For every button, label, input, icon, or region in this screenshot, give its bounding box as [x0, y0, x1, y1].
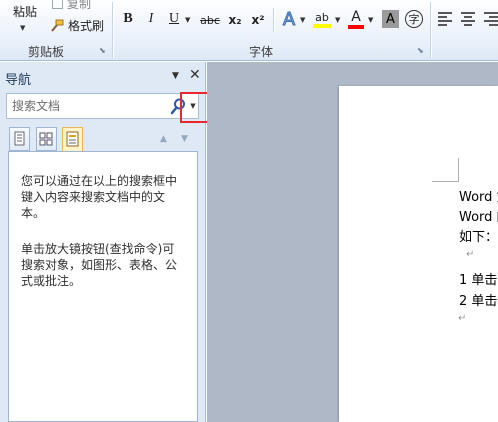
- headings-icon: [14, 131, 25, 146]
- align-left-icon[interactable]: [438, 12, 452, 26]
- navigation-pane: 导航 ▼ ✕ ▼ ▲ ▼ 您可以通过在以上的搜索框中键入内容来搜索文: [0, 62, 206, 422]
- highlight-color-bar: [313, 23, 331, 28]
- font-divider: [273, 8, 274, 32]
- format-painter-button[interactable]: 格式刷: [50, 17, 104, 34]
- copy-label: 复制: [67, 0, 92, 11]
- search-results-icon: [66, 131, 79, 147]
- search-input[interactable]: [7, 94, 167, 118]
- paste-dropdown-icon[interactable]: ▼: [20, 24, 25, 32]
- document-line: 如下：: [459, 230, 498, 245]
- font-color-button[interactable]: A: [347, 8, 365, 30]
- paste-label: 粘贴: [13, 5, 38, 19]
- watermark-url: jingyan.baidu.com: [404, 399, 478, 408]
- previous-result-icon[interactable]: ▲: [160, 134, 167, 144]
- group-divider: [112, 2, 113, 58]
- nav-help-text-search: 您可以通过在以上的搜索框中键入内容来搜索文档中的文本。: [21, 174, 178, 220]
- tab-pages[interactable]: [36, 127, 57, 151]
- strikethrough-button[interactable]: abc: [198, 11, 222, 29]
- clipboard-group-label: 剪贴板: [28, 45, 65, 59]
- text-effects-dropdown-icon[interactable]: ▼: [300, 16, 305, 24]
- ribbon: 粘贴 ▼ 复制 格式刷 剪贴板 ⬊ B I U ▼ abc x₂ x² A ▼ …: [0, 0, 498, 61]
- search-box: ▼: [6, 93, 199, 119]
- highlight-dropdown-icon[interactable]: ▼: [335, 16, 340, 24]
- highlight-button[interactable]: ab: [311, 8, 333, 30]
- character-shading-button[interactable]: A: [382, 10, 399, 28]
- copy-button[interactable]: 复制: [52, 0, 91, 12]
- font-color-label: A: [351, 9, 361, 25]
- document-line: 2 单击: [459, 294, 498, 309]
- nav-pane-menu-icon[interactable]: ▼: [172, 71, 179, 81]
- font-color-dropdown-icon[interactable]: ▼: [368, 16, 373, 24]
- tab-search-results[interactable]: [62, 127, 83, 152]
- nav-help-text-find: 单击放大镜按钮(查找命令)可搜索对象，如图形、表格、公式或批注。: [21, 242, 178, 288]
- document-line: Word 如: [459, 190, 498, 205]
- paragraph-mark-icon: ↵: [466, 249, 475, 260]
- enclose-characters-button[interactable]: 字: [405, 10, 423, 28]
- font-launcher-icon[interactable]: ⬊: [417, 46, 424, 55]
- next-result-icon[interactable]: ▼: [181, 134, 188, 144]
- document-line: Word 的: [459, 210, 498, 225]
- group-divider-2: [430, 2, 431, 58]
- tab-headings[interactable]: [9, 127, 30, 151]
- superscript-button[interactable]: x²: [249, 11, 267, 29]
- highlight-label: ab: [315, 10, 329, 24]
- watermark-logo: Baidu 经验: [388, 378, 455, 392]
- nav-pane-title: 导航: [5, 73, 32, 88]
- margin-marker: [432, 158, 459, 182]
- nav-pane-close-icon[interactable]: ✕: [189, 67, 201, 83]
- italic-button[interactable]: I: [144, 10, 158, 28]
- font-color-bar: [348, 25, 364, 29]
- format-painter-icon: [51, 19, 64, 32]
- align-center-icon[interactable]: [461, 12, 475, 26]
- paragraph-mark-icon: ↵: [458, 313, 467, 324]
- underline-dropdown-icon[interactable]: ▼: [185, 16, 190, 24]
- bold-button[interactable]: B: [121, 10, 135, 28]
- page-thumbnails-icon: [39, 132, 53, 146]
- subscript-button[interactable]: x₂: [226, 11, 244, 29]
- document-line: 1 单击: [459, 273, 498, 288]
- clipboard-launcher-icon[interactable]: ⬊: [99, 46, 106, 55]
- paste-button[interactable]: 粘贴: [13, 3, 37, 20]
- text-effects-button[interactable]: A: [280, 8, 298, 30]
- underline-button[interactable]: U: [167, 10, 181, 28]
- format-painter-label: 格式刷: [68, 19, 105, 33]
- font-group-label: 字体: [249, 45, 274, 59]
- align-right-icon[interactable]: [484, 12, 498, 26]
- copy-icon: [52, 0, 63, 9]
